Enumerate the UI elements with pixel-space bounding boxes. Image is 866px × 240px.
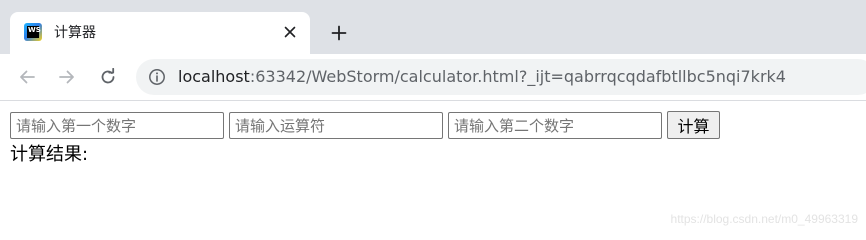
info-icon[interactable] <box>148 68 166 86</box>
first-number-input[interactable] <box>10 112 224 139</box>
calculate-button[interactable]: 计算 <box>667 111 720 139</box>
favicon-text: WS <box>27 26 41 38</box>
tab-title: 计算器 <box>54 25 96 41</box>
tab-calculator[interactable]: WS 计算器 <box>10 12 310 54</box>
close-icon[interactable] <box>280 22 300 42</box>
arrow-left-icon[interactable] <box>13 63 41 91</box>
page-content: 计算 计算结果: https://blog.csdn.net/m0_499633… <box>0 101 866 234</box>
browser-window: WS 计算器 localhost:63342/WebStorm/calculat… <box>0 0 866 234</box>
url-host: localhost <box>178 67 250 86</box>
new-tab-plus-icon[interactable] <box>326 20 352 46</box>
watermark-text: https://blog.csdn.net/m0_49963319 <box>670 212 858 226</box>
tab-strip: WS 计算器 <box>0 0 866 54</box>
operator-input[interactable] <box>229 112 443 139</box>
browser-toolbar: localhost:63342/WebStorm/calculator.html… <box>0 54 866 101</box>
reload-icon[interactable] <box>94 63 122 91</box>
address-bar[interactable]: localhost:63342/WebStorm/calculator.html… <box>136 59 866 95</box>
arrow-right-icon[interactable] <box>53 63 81 91</box>
url-path: :63342/WebStorm/calculator.html?_ijt=qab… <box>249 67 786 86</box>
url-text: localhost:63342/WebStorm/calculator.html… <box>178 67 786 87</box>
webstorm-favicon-icon: WS <box>24 23 42 41</box>
result-label: 计算结果: <box>10 144 89 165</box>
second-number-input[interactable] <box>448 112 662 139</box>
